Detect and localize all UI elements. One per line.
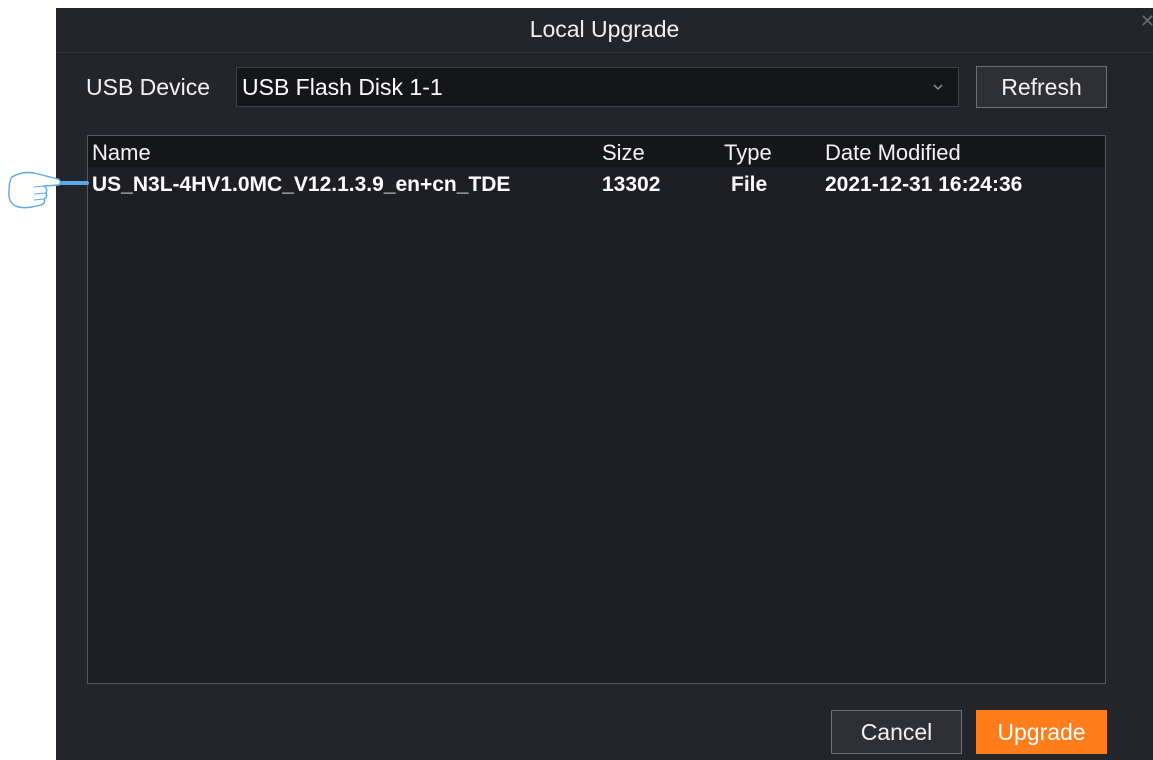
column-header-name[interactable]: Name: [92, 138, 151, 168]
chevron-down-icon: [933, 84, 943, 90]
usb-device-select[interactable]: USB Flash Disk 1-1: [236, 67, 959, 107]
refresh-button[interactable]: Refresh: [976, 66, 1107, 108]
column-header-size[interactable]: Size: [602, 138, 645, 168]
dialog-title: Local Upgrade: [529, 16, 680, 42]
pointer-hand-icon: [8, 171, 89, 209]
file-name-cell: US_N3L-4HV1.0MC_V12.1.3.9_en+cn_TDE: [92, 173, 511, 196]
cancel-button[interactable]: Cancel: [831, 710, 962, 754]
dialog-title-bar: Local Upgrade: [56, 8, 1153, 53]
file-type-cell: File: [731, 173, 768, 196]
close-icon[interactable]: ✕: [1140, 12, 1153, 30]
upgrade-button[interactable]: Upgrade: [976, 710, 1107, 754]
usb-device-label: USB Device: [86, 74, 210, 100]
local-upgrade-dialog: Local Upgrade ✕ USB Device USB Flash Dis…: [56, 8, 1153, 760]
table-header: Name Size Type Date Modified: [88, 136, 1105, 167]
column-header-date-modified[interactable]: Date Modified: [825, 138, 961, 168]
table-row[interactable]: US_N3L-4HV1.0MC_V12.1.3.9_en+cn_TDE 1330…: [88, 170, 1105, 202]
usb-device-selected-value: USB Flash Disk 1-1: [242, 74, 443, 100]
file-date-modified-cell: 2021-12-31 16:24:36: [825, 173, 1023, 196]
file-size-cell: 13302: [602, 173, 661, 196]
file-list-table: Name Size Type Date Modified US_N3L-4HV1…: [87, 135, 1106, 684]
column-header-type[interactable]: Type: [724, 138, 772, 168]
